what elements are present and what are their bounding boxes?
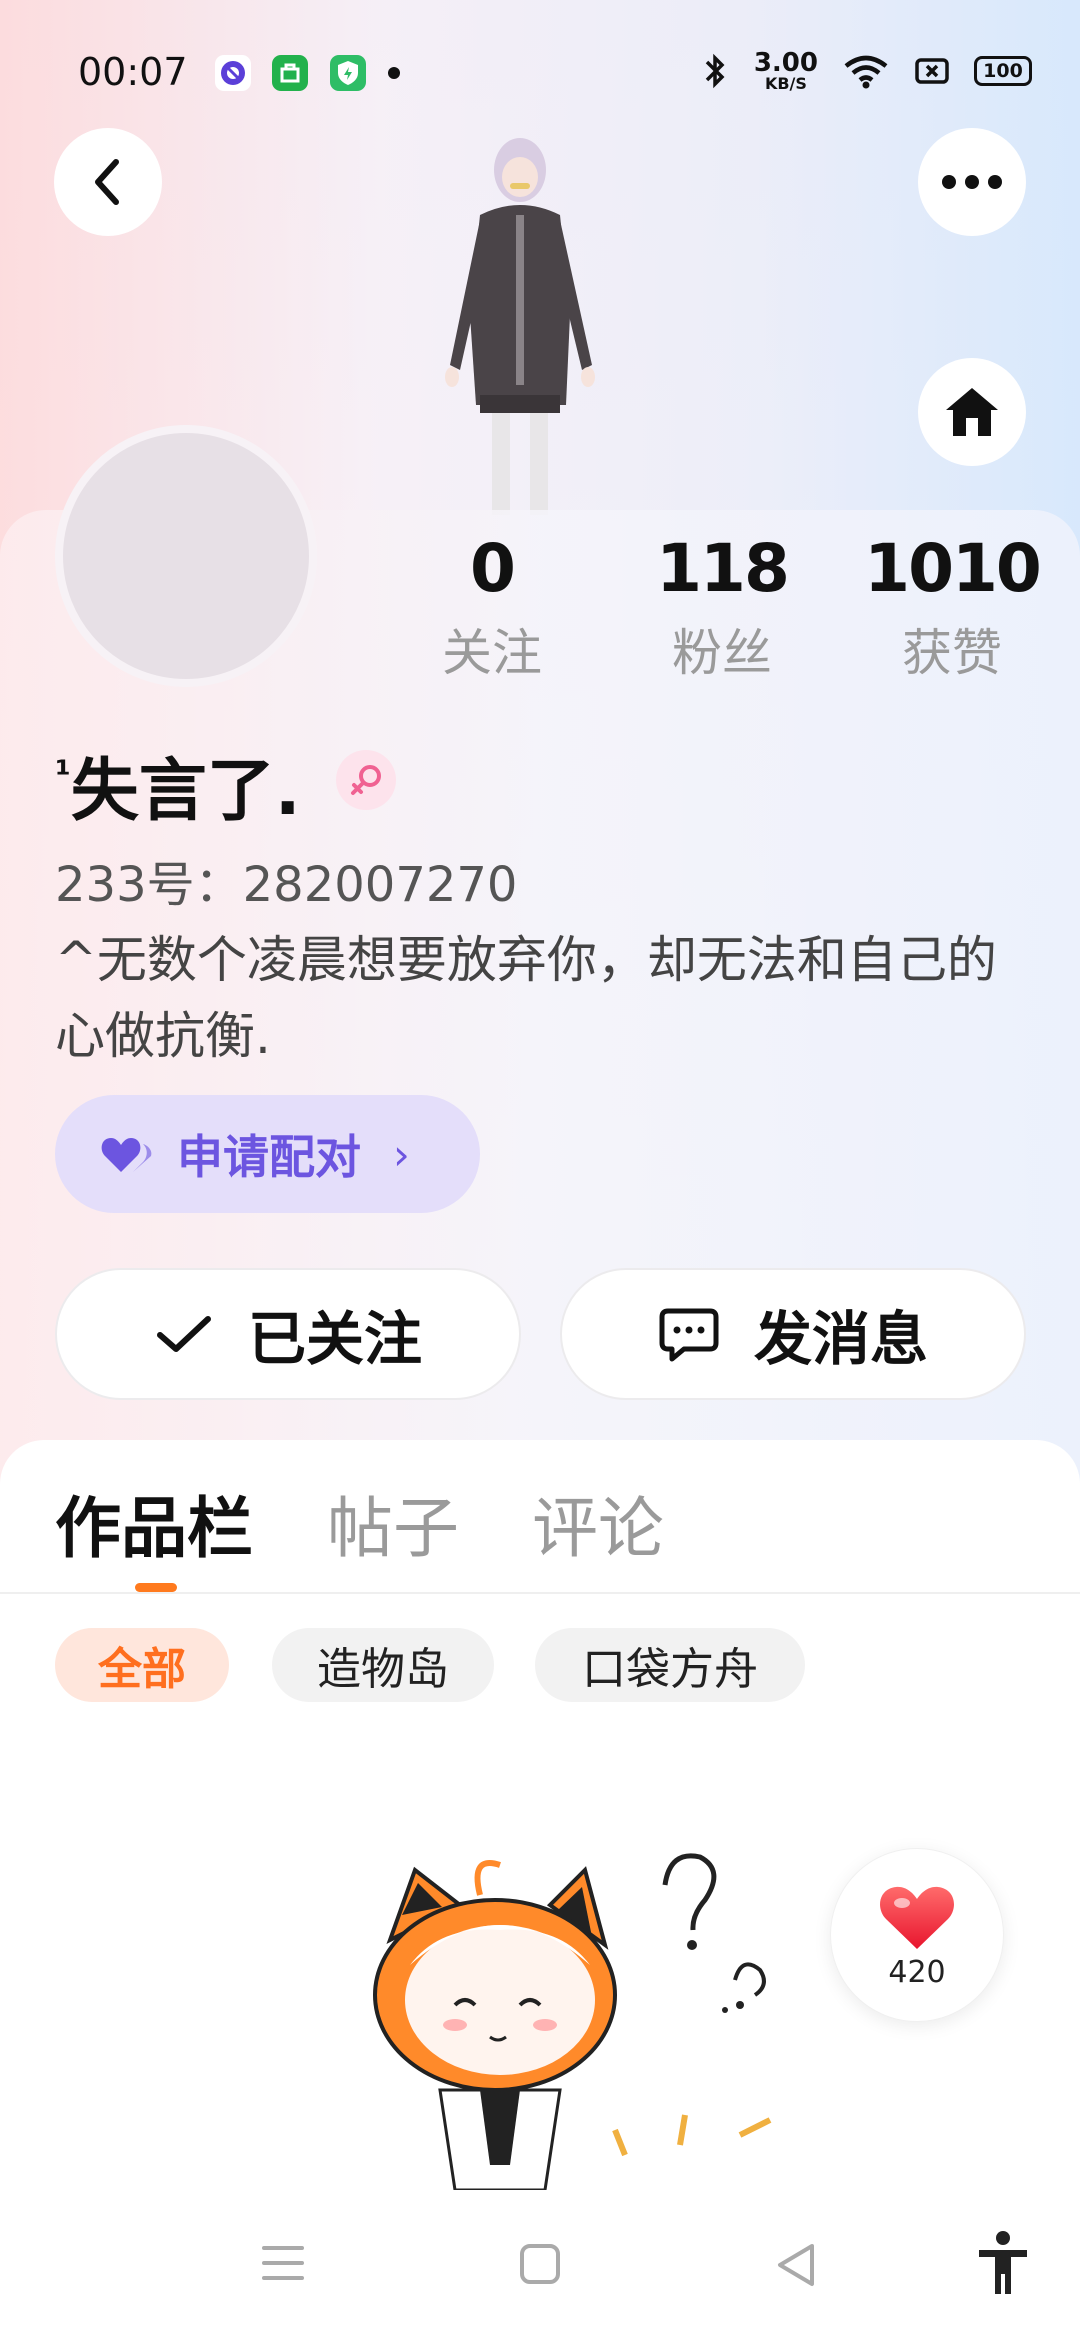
double-heart-icon — [101, 1138, 152, 1172]
like-count: 420 — [888, 1954, 946, 1990]
user-name-text: 失言了. — [70, 752, 301, 831]
stat-following-value: 0 — [470, 530, 516, 607]
female-icon — [351, 765, 381, 795]
like-button[interactable]: 420 — [830, 1848, 1004, 2022]
home-button[interactable] — [918, 358, 1026, 466]
app-purple-icon — [215, 55, 251, 91]
back-triangle-icon[interactable] — [772, 2240, 820, 2290]
filter-chip-all[interactable]: 全部 — [55, 1628, 229, 1702]
chevron-right-icon: › — [393, 1129, 410, 1179]
app-green-icon — [272, 55, 308, 91]
gender-badge — [336, 750, 396, 810]
user-id: 233号：282007270 — [55, 857, 518, 913]
net-speed: 3.00 KB/S — [754, 50, 818, 92]
following-button[interactable]: 已关注 — [55, 1268, 521, 1400]
net-speed-unit: KB/S — [764, 74, 807, 93]
send-message-label: 发消息 — [753, 1305, 928, 1373]
user-bio: ^无数个凌晨想要放弃你，却无法和自己的心做抗衡. — [55, 931, 997, 1065]
system-navigation-bar — [0, 2190, 1080, 2340]
request-pairing-button[interactable]: 申请配对 › — [55, 1095, 480, 1213]
menu-icon[interactable] — [258, 2240, 308, 2286]
tab-posts[interactable]: 帖子 — [327, 1475, 459, 1571]
user-name: ¹失言了. — [55, 735, 301, 834]
stat-likes-label: 获赞 — [902, 624, 1002, 682]
tab-works[interactable]: 作品栏 — [55, 1475, 253, 1571]
tab-active-indicator — [135, 1583, 177, 1592]
accessibility-icon[interactable] — [975, 2230, 1031, 2296]
stat-following-label: 关注 — [442, 624, 542, 682]
home-square-icon[interactable] — [516, 2240, 564, 2288]
send-message-button[interactable]: 发消息 — [560, 1268, 1026, 1400]
wifi-icon — [844, 55, 888, 89]
app-shield-icon — [330, 55, 366, 91]
back-arrow-icon — [95, 159, 119, 205]
tabs-divider — [0, 1592, 1080, 1594]
avatar[interactable] — [55, 425, 317, 687]
battery-icon: 100 — [974, 56, 1032, 86]
empty-state-mascot-illustration — [373, 1853, 772, 2190]
stat-followers-value: 118 — [656, 530, 790, 607]
net-speed-value: 3.00 — [753, 48, 818, 78]
status-time: 00:07 — [78, 50, 188, 94]
filter-chip-pocket-ark[interactable]: 口袋方舟 — [535, 1628, 805, 1702]
stat-likes-value: 1010 — [864, 530, 1042, 607]
home-icon — [946, 388, 998, 436]
more-icon — [942, 175, 1002, 189]
bluetooth-icon — [705, 53, 725, 89]
notification-dot-icon — [388, 67, 400, 79]
user-name-prefix: ¹ — [55, 754, 71, 795]
stat-likes[interactable]: 1010 获赞 — [852, 530, 1052, 685]
heart-icon — [880, 1886, 954, 1949]
stat-followers-label: 粉丝 — [672, 624, 772, 682]
check-icon — [156, 1316, 211, 1352]
more-button[interactable] — [918, 128, 1026, 236]
chat-bubble-icon — [659, 1308, 719, 1362]
tab-comments[interactable]: 评论 — [532, 1475, 664, 1571]
following-label: 已关注 — [247, 1305, 422, 1373]
stat-following[interactable]: 0 关注 — [392, 530, 592, 685]
filter-chip-creation-island[interactable]: 造物岛 — [272, 1628, 494, 1702]
request-pairing-label: 申请配对 — [177, 1130, 361, 1184]
screen-record-icon — [915, 58, 949, 84]
back-button[interactable] — [54, 128, 162, 236]
stat-followers[interactable]: 118 粉丝 — [622, 530, 822, 685]
profile-tabs: 作品栏 帖子 评论 — [0, 1475, 1080, 1595]
avatar-character-figure[interactable] — [420, 115, 620, 515]
